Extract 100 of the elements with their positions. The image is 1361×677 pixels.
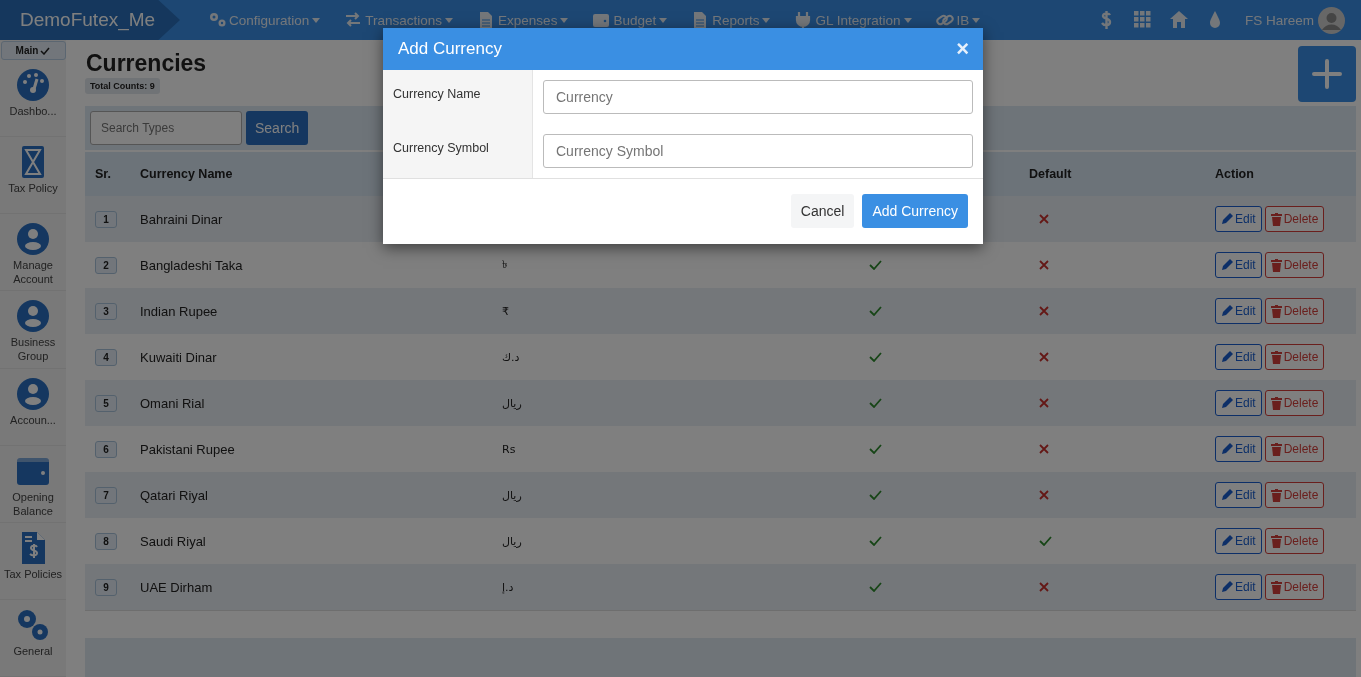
- sidebar-item[interactable]: Accoun...: [0, 368, 66, 446]
- edit-button[interactable]: Edit: [1215, 574, 1262, 600]
- edit-button[interactable]: Edit: [1215, 436, 1262, 462]
- column-header: Currency Name: [140, 167, 234, 181]
- delete-button[interactable]: Delete: [1264, 344, 1325, 370]
- trash-icon: [1270, 580, 1282, 594]
- table-cell-text: Rs: [502, 442, 517, 456]
- nav-menu[interactable]: Budget: [592, 11, 668, 29]
- user-icon: [16, 222, 50, 257]
- table-cell-text: د.ك: [502, 350, 521, 364]
- count-badge: Total Counts: 9: [85, 78, 160, 94]
- field-label: Currency Name: [383, 70, 533, 124]
- arrows-icon: [344, 11, 363, 29]
- user-icon: [16, 299, 50, 334]
- main-tab[interactable]: Main: [0, 41, 66, 61]
- pencil-icon: [1221, 397, 1233, 409]
- row-number: 3: [95, 302, 117, 320]
- sidebar-item[interactable]: Opening Balance: [0, 445, 66, 523]
- nav-menu[interactable]: Transactions: [344, 11, 454, 29]
- trash-icon: [1270, 488, 1282, 502]
- delete-button[interactable]: Delete: [1264, 390, 1325, 416]
- caret-icon: [659, 17, 668, 23]
- delete-button[interactable]: Delete: [1264, 528, 1325, 554]
- table-cell-text: ريال: [502, 488, 523, 502]
- trash-icon: [1270, 442, 1282, 456]
- table-cell-text: Omani Rial: [140, 395, 206, 411]
- pencil-icon: [1221, 489, 1233, 501]
- table-cell-text: ₹: [502, 304, 510, 318]
- caret-icon: [972, 17, 981, 23]
- caret-icon: [560, 17, 569, 23]
- grid-icon[interactable]: [1132, 10, 1153, 30]
- trash-icon: [1270, 212, 1282, 226]
- gauge-icon: [16, 68, 50, 103]
- column-header: Default: [1029, 167, 1073, 181]
- edit-button[interactable]: Edit: [1215, 206, 1262, 232]
- table-cell-text: Qatari Riyal: [140, 487, 209, 503]
- edit-button[interactable]: Edit: [1215, 482, 1262, 508]
- dialog-title: Add Currency: [398, 39, 502, 59]
- add-button[interactable]: [1298, 46, 1356, 102]
- check-icon: [40, 46, 51, 55]
- gears-icon: [208, 11, 226, 29]
- sidebar-item[interactable]: Business Group: [0, 291, 66, 369]
- pencil-icon: [1221, 305, 1233, 317]
- table-cell-text: Bangladeshi Taka: [140, 257, 244, 273]
- row-number: 5: [95, 394, 117, 412]
- sidebar-item[interactable]: Manage Account: [0, 214, 66, 292]
- pencil-icon: [1221, 213, 1233, 225]
- trash-icon: [1270, 396, 1282, 410]
- row-number: 1: [95, 210, 117, 228]
- table-cell-text: Saudi Riyal: [140, 533, 207, 549]
- caret-icon: [445, 17, 454, 23]
- caret-icon: [312, 17, 321, 23]
- pencil-icon: [1221, 535, 1233, 547]
- table-cell-text: ৳: [502, 256, 508, 273]
- user-icon: [16, 376, 50, 411]
- input-field[interactable]: Currency: [543, 80, 973, 114]
- delete-button[interactable]: Delete: [1264, 298, 1325, 324]
- search-field[interactable]: Search Types: [90, 111, 242, 145]
- delete-button[interactable]: Delete: [1264, 206, 1325, 232]
- close-button[interactable]: ×: [956, 39, 969, 59]
- gears-icon: [16, 607, 50, 642]
- trash-icon: [1270, 350, 1282, 364]
- sidebar-item[interactable]: Tax Policies: [0, 522, 66, 600]
- edit-button[interactable]: Edit: [1215, 344, 1262, 370]
- home-icon[interactable]: [1168, 10, 1189, 30]
- add-currency-button[interactable]: Add Currency: [862, 194, 968, 228]
- input-field[interactable]: Currency Symbol: [543, 134, 973, 168]
- brand-logo[interactable]: DemoFutex_Me: [0, 0, 180, 40]
- table-cell-text: Bahraini Dinar: [140, 211, 224, 227]
- nav-menu[interactable]: IB: [935, 11, 981, 29]
- edit-button[interactable]: Edit: [1215, 528, 1262, 554]
- row-number: 4: [95, 348, 117, 366]
- user-name[interactable]: FS Hareem: [1244, 12, 1314, 28]
- nav-menu[interactable]: Configuration: [208, 11, 321, 29]
- delete-button[interactable]: Delete: [1264, 436, 1325, 462]
- trash-icon: [1270, 534, 1282, 548]
- delete-button[interactable]: Delete: [1264, 574, 1325, 600]
- row-number: 9: [95, 578, 117, 596]
- edit-button[interactable]: Edit: [1215, 298, 1262, 324]
- sidebar-item[interactable]: Tax Policy: [0, 137, 66, 215]
- nav-menu[interactable]: GL Integration: [794, 11, 912, 29]
- cancel-button[interactable]: Cancel: [790, 194, 855, 228]
- plug-icon: [794, 11, 813, 29]
- sidebar-item[interactable]: Dashbo...: [0, 60, 66, 138]
- row-number: 6: [95, 440, 117, 458]
- page-title: Currencies: [85, 49, 207, 77]
- search-button[interactable]: Search: [246, 111, 309, 145]
- pencil-icon: [1221, 581, 1233, 593]
- edit-button[interactable]: Edit: [1215, 390, 1262, 416]
- avatar-icon[interactable]: [1318, 6, 1345, 34]
- pencil-icon: [1221, 351, 1233, 363]
- table-cell-text: د.إ: [502, 580, 515, 594]
- edit-button[interactable]: Edit: [1215, 252, 1262, 278]
- pencil-icon: [1221, 443, 1233, 455]
- delete-button[interactable]: Delete: [1264, 482, 1325, 508]
- delete-button[interactable]: Delete: [1264, 252, 1325, 278]
- row-number: 7: [95, 486, 117, 504]
- trash-icon: [1270, 304, 1282, 318]
- table-cell-text: UAE Dirham: [140, 579, 214, 595]
- trash-icon: [1270, 258, 1282, 272]
